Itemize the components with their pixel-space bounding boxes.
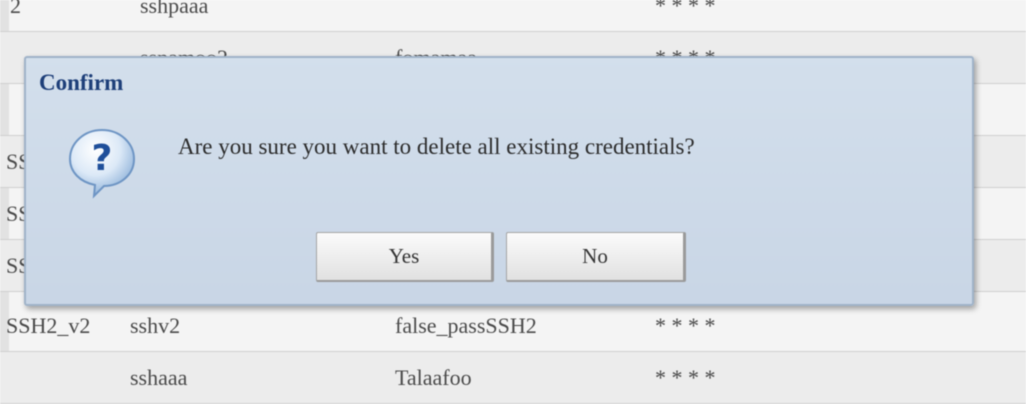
table-cell: SSH2_v2 xyxy=(6,312,91,338)
table-cell: * * * * xyxy=(655,312,716,338)
table-cell: Talaafoo xyxy=(395,364,472,390)
confirm-dialog: Confirm ? Are you sure you want to delet… xyxy=(24,56,974,306)
table-row[interactable]: 2 sshpaaa * * * * xyxy=(0,0,1026,32)
table-cell: sshpaaa xyxy=(140,0,209,18)
table-row[interactable]: sshaaa Talaafoo * * * * xyxy=(0,352,1026,404)
table-row[interactable]: SSH2_v2 sshv2 false_passSSH2 * * * * xyxy=(0,300,1026,352)
svg-text:?: ? xyxy=(92,138,113,179)
table-cell: * * * * xyxy=(655,0,716,18)
dialog-message: Are you sure you want to delete all exis… xyxy=(178,134,695,159)
table-cell: 2 xyxy=(10,0,21,18)
table-cell: * * * * xyxy=(655,364,716,390)
dialog-title: Confirm xyxy=(39,70,124,95)
question-icon: ? xyxy=(64,124,140,200)
table-cell: sshv2 xyxy=(130,312,181,338)
table-cell: false_passSSH2 xyxy=(395,312,537,338)
no-button[interactable]: No xyxy=(506,232,686,282)
yes-button[interactable]: Yes xyxy=(316,232,494,282)
table-cell: sshaaa xyxy=(130,364,188,390)
